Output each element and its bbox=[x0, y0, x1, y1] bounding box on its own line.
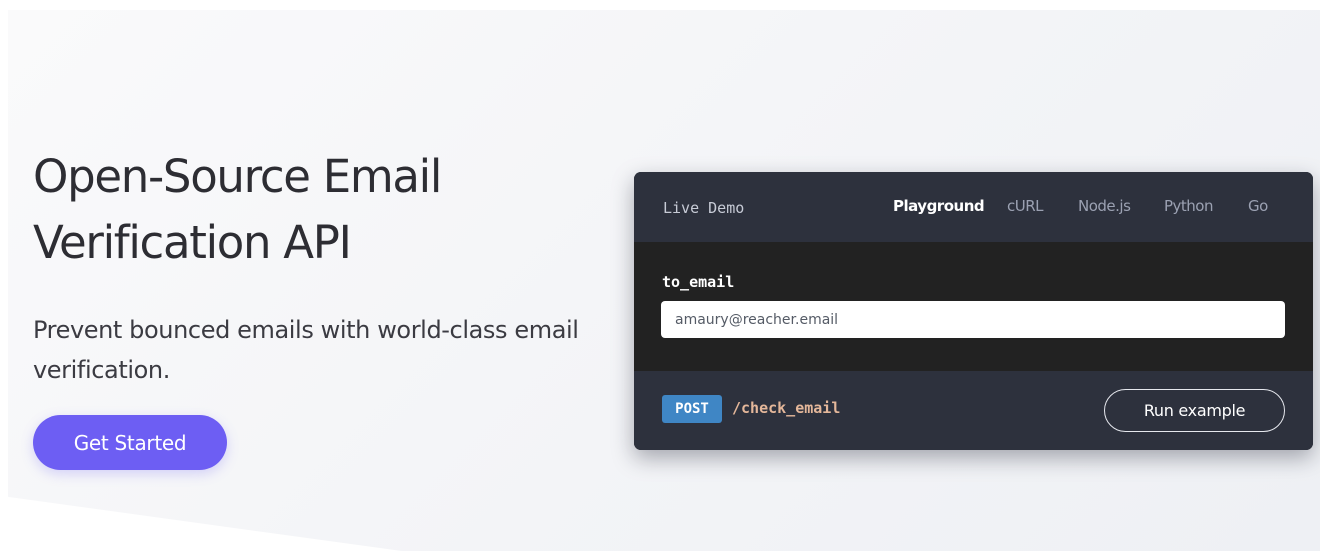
live-demo-panel: Live Demo Playground cURL Node.js Python… bbox=[634, 172, 1313, 450]
tab-go[interactable]: Go bbox=[1248, 197, 1268, 215]
demo-footer: POST /check_email Run example bbox=[634, 371, 1313, 450]
to-email-label: to_email bbox=[662, 273, 735, 291]
demo-tabs: Playground cURL Node.js Python Go bbox=[634, 197, 1313, 219]
hero-subtitle: Prevent bounced emails with world-class … bbox=[33, 316, 579, 384]
http-method-badge: POST bbox=[662, 395, 722, 423]
to-email-input[interactable] bbox=[661, 301, 1285, 338]
tab-playground[interactable]: Playground bbox=[893, 197, 985, 215]
demo-body: to_email bbox=[634, 242, 1313, 371]
get-started-button[interactable]: Get Started bbox=[33, 415, 227, 470]
run-example-button[interactable]: Run example bbox=[1104, 389, 1285, 432]
endpoint-path: /check_email bbox=[732, 399, 841, 417]
tab-curl[interactable]: cURL bbox=[1007, 197, 1044, 215]
tab-python[interactable]: Python bbox=[1164, 197, 1214, 215]
hero-title: Open-Source Email Verification API bbox=[33, 150, 442, 269]
demo-header: Live Demo Playground cURL Node.js Python… bbox=[634, 172, 1313, 242]
tab-nodejs[interactable]: Node.js bbox=[1078, 197, 1131, 215]
